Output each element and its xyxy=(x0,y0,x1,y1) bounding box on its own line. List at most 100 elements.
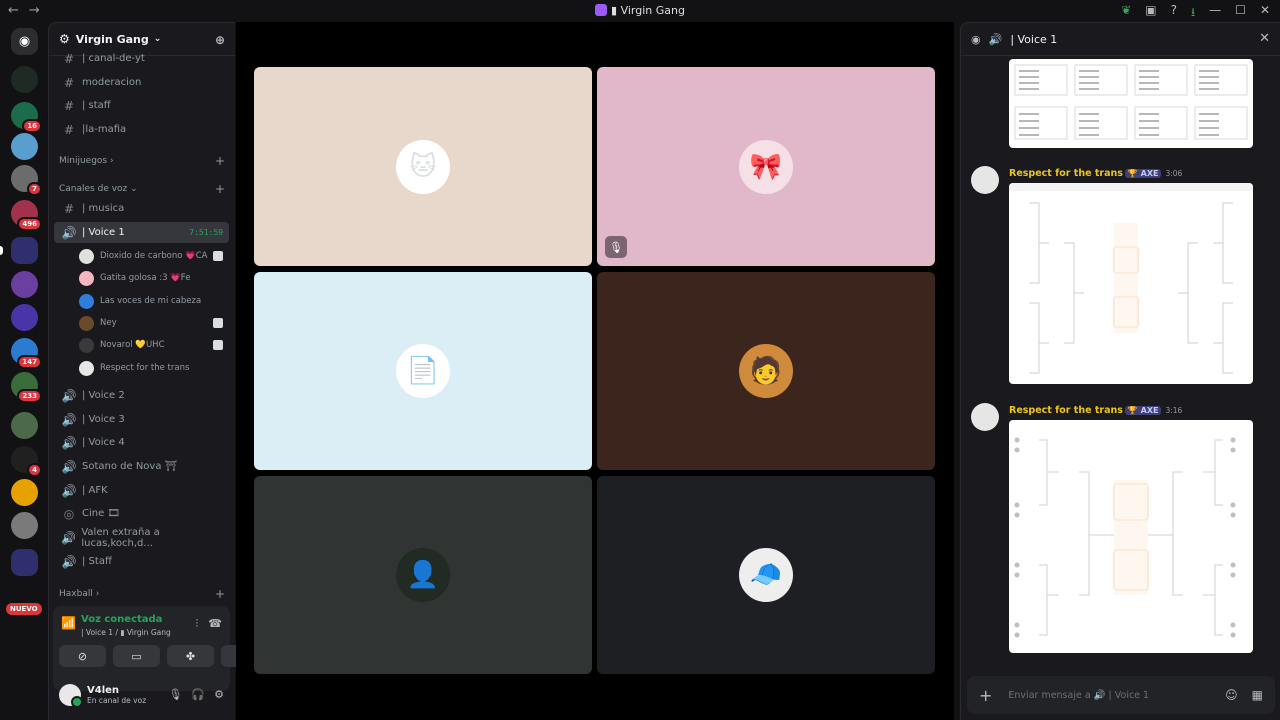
voice-channel[interactable]: 🔊 | AFK xyxy=(54,480,229,501)
server-icon[interactable] xyxy=(11,412,38,439)
attached-image-bracket[interactable] xyxy=(1009,183,1253,384)
voice-channel[interactable]: 🔊 | Staff xyxy=(54,551,229,572)
server-icon[interactable] xyxy=(11,66,38,93)
speaker-icon: 🔊 xyxy=(61,483,77,498)
inbox-icon[interactable]: ▣ xyxy=(1145,3,1156,24)
voice-member[interactable]: Ney xyxy=(79,313,227,333)
category-haxball[interactable]: Haxball › + xyxy=(59,587,229,601)
voice-member[interactable]: Gatita golosa :3 💗Fe xyxy=(79,268,227,288)
voice-channel[interactable]: 🔊 | Voice 2 xyxy=(54,385,229,406)
server-icon[interactable]: 16 xyxy=(11,102,42,133)
participant-tile[interactable]: 👤 xyxy=(254,476,592,674)
participant-tile[interactable]: 🐱 xyxy=(254,67,592,266)
avatar[interactable] xyxy=(59,684,83,708)
speaker-icon: 🔊 xyxy=(61,412,77,427)
download-icon[interactable]: ⭳ xyxy=(1191,3,1195,24)
participant-avatar: 📄 xyxy=(396,344,450,398)
participant-tile[interactable]: 🎀 🎙 xyxy=(597,67,935,266)
title-bar: ← → ▮ Virgin Gang ❦ ▣ ? ⭳ — ☐ ✕ xyxy=(0,0,1280,22)
message-avatar[interactable] xyxy=(971,403,999,431)
attached-image-groups[interactable] xyxy=(1009,59,1253,148)
noise-suppression-icon[interactable]: ⫶ xyxy=(196,617,199,631)
camera-button[interactable]: ⊘ xyxy=(59,645,106,667)
participant-avatar: 🎀 xyxy=(739,139,793,194)
speaker-icon: 🔊 xyxy=(61,225,77,240)
server-icon[interactable] xyxy=(11,479,38,506)
channel-item[interactable]: # | canal-de-yt xyxy=(54,48,229,69)
add-attachment-icon[interactable]: + xyxy=(979,686,992,705)
server-icon[interactable]: 7 xyxy=(11,165,42,196)
add-channel-icon[interactable]: + xyxy=(215,587,225,601)
maximize-icon[interactable]: ☐ xyxy=(1235,3,1246,24)
voice-member[interactable]: Las voces de mi cabeza xyxy=(79,291,227,311)
server-icon[interactable]: 496 xyxy=(11,200,42,231)
voice-member[interactable]: Respect for the trans xyxy=(79,358,227,378)
message-composer[interactable]: + Enviar mensaje a 🔊 | Voice 1 ☺ ▦ xyxy=(967,676,1275,714)
category-voz[interactable]: Canales de voz ⌄ + xyxy=(59,182,229,196)
minimize-icon[interactable]: — xyxy=(1209,3,1221,24)
close-icon[interactable]: ✕ xyxy=(1259,31,1270,46)
apps-icon[interactable]: ▦ xyxy=(1252,688,1263,702)
settings-gear-icon[interactable]: ⚙ xyxy=(214,688,224,701)
attached-image-bracket[interactable] xyxy=(1009,420,1253,653)
username: V4len xyxy=(87,685,120,696)
stage-channel[interactable]: ◎ Cine 🎞 xyxy=(54,503,229,524)
chevron-down-icon: ⌄ xyxy=(153,34,162,44)
headphones-icon[interactable]: 🎧 xyxy=(191,688,205,701)
voice-channel[interactable]: 🔊 Sotano de Nova ⛩ xyxy=(54,456,229,477)
screen-share-button[interactable]: ▭ xyxy=(113,645,160,667)
category-minijuegos[interactable]: Minijuegos › + xyxy=(59,154,229,168)
stage-icon: ◎ xyxy=(63,506,75,521)
server-icon[interactable] xyxy=(11,133,38,160)
server-icon[interactable] xyxy=(11,304,38,331)
add-channel-icon[interactable]: + xyxy=(215,182,225,196)
server-icon[interactable]: 233 xyxy=(11,372,42,403)
voice-member[interactable]: Dioxido de carbono 💗CA xyxy=(79,246,227,266)
add-member-icon[interactable]: ⊕ xyxy=(215,33,225,47)
channel-item[interactable]: # | staff xyxy=(54,95,229,116)
participant-tile[interactable]: 🧑 xyxy=(597,272,935,470)
microphone-icon[interactable]: 🎙 xyxy=(168,688,182,701)
channel-item[interactable]: # moderacion xyxy=(54,72,229,93)
channel-item[interactable]: # |la-mafia xyxy=(54,119,229,140)
panel-title: | Voice 1 xyxy=(1010,32,1058,46)
discord-home-icon[interactable]: ◉ xyxy=(11,28,38,55)
activities-icon: ✤ xyxy=(185,649,196,663)
voice-channel[interactable]: 🔊 | Voice 4 xyxy=(54,432,229,453)
participant-avatar: 🧢 xyxy=(739,548,793,602)
server-icon[interactable] xyxy=(11,271,38,298)
voice-status-sub[interactable]: | Voice 1 / ▮ Virgin Gang xyxy=(81,628,171,637)
voice-channel[interactable]: 🔊 Valen extraña a lucas,koch,d... xyxy=(54,527,229,549)
server-icon[interactable] xyxy=(11,512,38,539)
nitro-leaf-icon[interactable]: ❦ xyxy=(1121,3,1131,24)
channel-item[interactable]: # | musica xyxy=(54,198,229,219)
activities-button[interactable]: ✤ xyxy=(167,645,214,667)
signal-icon[interactable]: 📶 xyxy=(61,616,76,630)
guild-name: Virgin Gang xyxy=(75,32,149,46)
speaker-icon: 🔊 xyxy=(61,388,77,403)
add-channel-icon[interactable]: + xyxy=(215,154,225,168)
disconnect-icon[interactable]: ☎ xyxy=(208,617,222,631)
folder-icon[interactable] xyxy=(11,549,38,576)
speaker-icon: 🔊 xyxy=(61,435,77,450)
gear-icon: ⚙ xyxy=(59,32,70,46)
folder-icon[interactable] xyxy=(0,237,38,264)
help-icon[interactable]: ? xyxy=(1171,3,1177,24)
speaker-icon: 🔊 xyxy=(61,530,77,545)
close-window-icon[interactable]: ✕ xyxy=(1260,3,1270,24)
speaker-icon: 🔊 xyxy=(61,554,77,569)
message-input[interactable]: Enviar mensaje a 🔊 | Voice 1 xyxy=(1008,690,1149,701)
server-icon[interactable]: 4 xyxy=(11,446,42,477)
voice-channel-active[interactable]: 🔊 | Voice 1 7:51:59 xyxy=(54,222,229,243)
server-icon[interactable]: 147 xyxy=(11,338,42,369)
emoji-icon[interactable]: ☺ xyxy=(1225,688,1238,702)
participant-tile[interactable]: 🧢 xyxy=(597,476,935,674)
hash-icon: # xyxy=(63,98,75,113)
voice-channel[interactable]: 🔊 | Voice 3 xyxy=(54,409,229,430)
avatar xyxy=(79,293,94,309)
participant-tile[interactable]: 📄 xyxy=(254,272,592,470)
hash-icon: # xyxy=(63,51,75,66)
message-avatar[interactable] xyxy=(971,166,999,194)
voice-status-label: Voz conectada xyxy=(81,614,163,625)
voice-member[interactable]: Novarol 💛UHC xyxy=(79,335,227,355)
